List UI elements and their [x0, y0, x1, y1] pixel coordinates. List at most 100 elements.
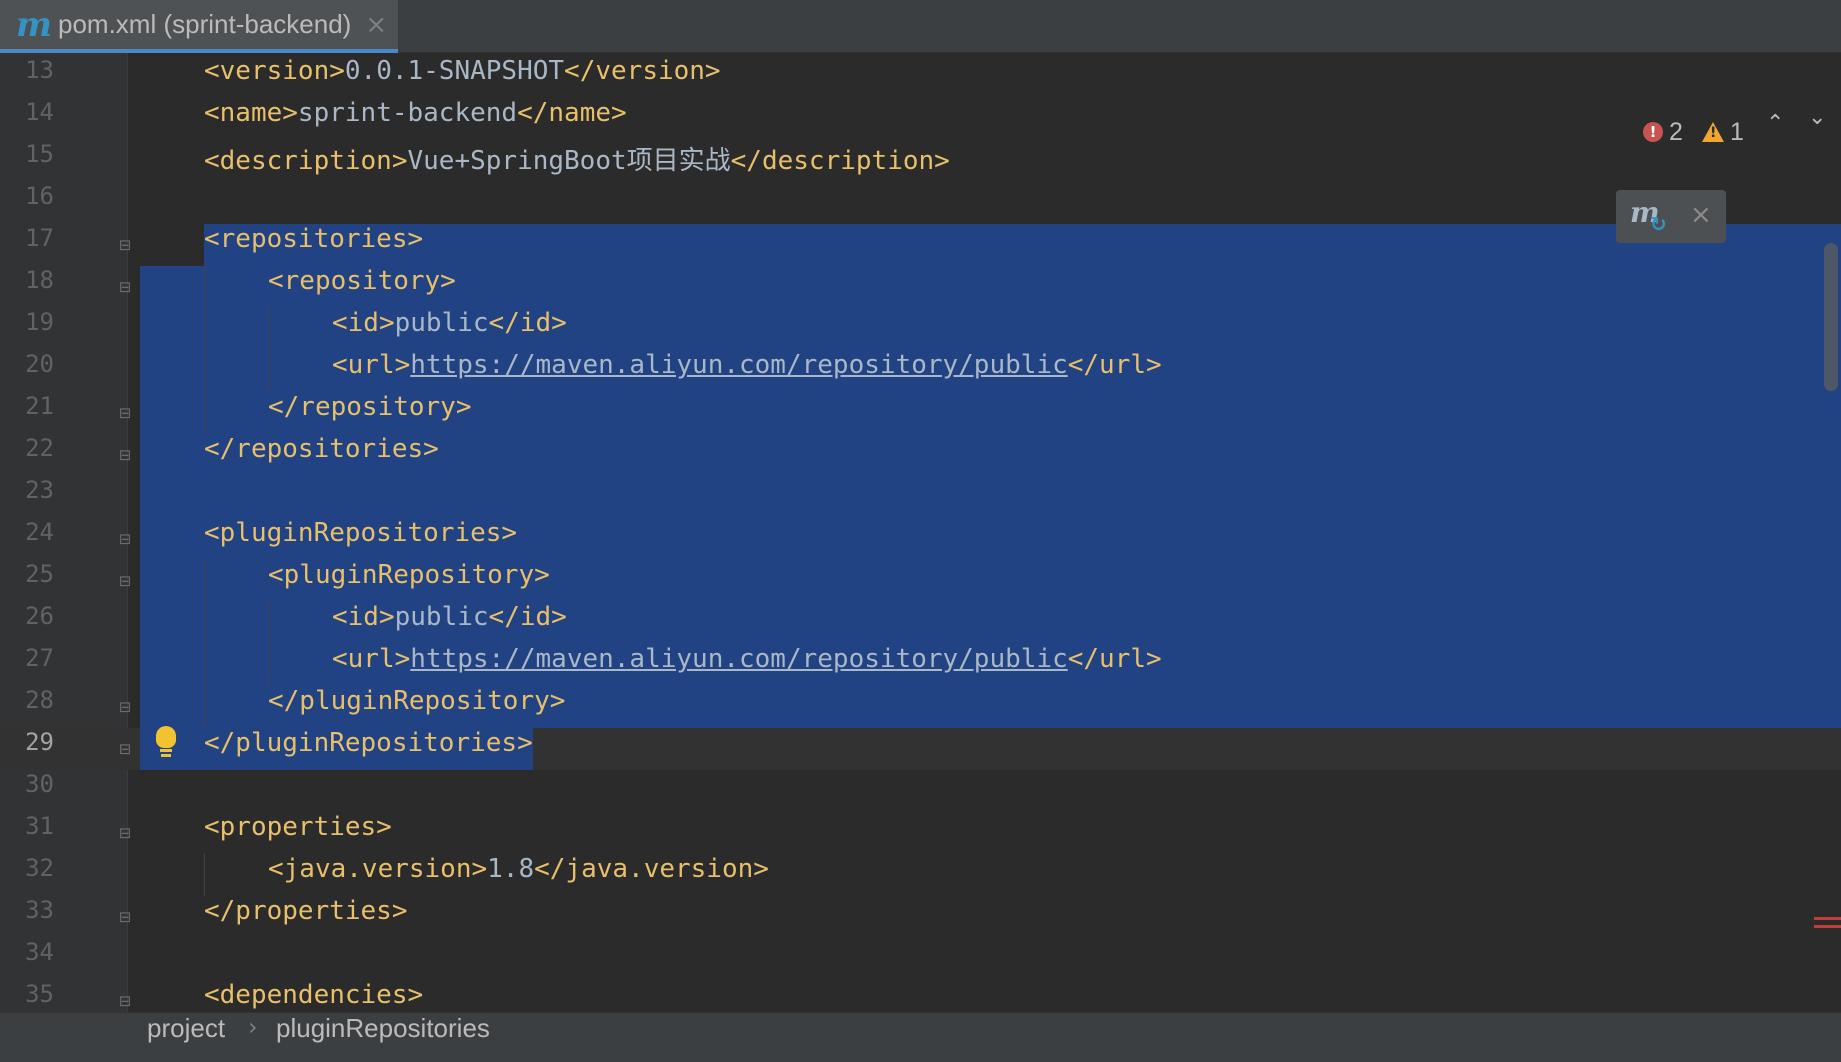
selection-highlight [204, 224, 1841, 266]
code-line[interactable]: 13 <version>0.0.1-SNAPSHOT</version> [0, 56, 1841, 98]
selection-highlight [140, 476, 1841, 518]
fold-open-icon[interactable]: ⊟ [117, 531, 133, 547]
code-text: </pluginRepositories> [204, 728, 533, 770]
code-line[interactable]: 19 <id>public</id> [0, 308, 1841, 350]
code-editor[interactable]: 13 <version>0.0.1-SNAPSHOT</version> 14 <na… [0, 53, 1841, 1012]
editor-tab-bar: m pom.xml (sprint-backend) × [0, 0, 1841, 53]
xml-tag: </id> [488, 602, 567, 632]
fold-open-icon[interactable]: ⊟ [117, 993, 133, 1009]
xml-tag: </description> [730, 146, 950, 176]
chevron-right-icon: › [248, 1013, 258, 1041]
xml-tag: <repository> [268, 266, 456, 296]
code-text: <id>public</id> [332, 602, 567, 644]
code-line[interactable]: 17 ⊟ <repositories> [0, 224, 1841, 266]
code-line[interactable]: 21 ⊟ </repository> [0, 392, 1841, 434]
code-line[interactable]: 28 ⊟ </pluginRepository> [0, 686, 1841, 728]
line-number[interactable]: 20 [0, 350, 54, 392]
error-stripe-mark[interactable] [1814, 925, 1841, 928]
breadcrumb: project › pluginRepositories [0, 1012, 1841, 1062]
code-line[interactable]: 29 ⊟ </pluginRepositories> [0, 728, 1841, 770]
code-line[interactable]: 16 [0, 182, 1841, 224]
fold-end-icon[interactable]: ⊟ [117, 405, 133, 421]
previous-problem-chevron-up-icon[interactable]: ⌃ [1766, 111, 1784, 136]
line-number[interactable]: 22 [0, 434, 54, 476]
line-number[interactable]: 17 [0, 224, 54, 266]
lightbulb-icon[interactable] [154, 726, 178, 760]
code-line[interactable]: 18 ⊟ <repository> [0, 266, 1841, 308]
line-number[interactable]: 35 [0, 980, 54, 1012]
line-number[interactable]: 18 [0, 266, 54, 308]
error-stripe-mark[interactable] [1814, 917, 1841, 920]
vertical-scrollbar[interactable] [1824, 243, 1838, 391]
code-text: <url>https://maven.aliyun.com/repository… [332, 350, 1162, 392]
fold-end-icon[interactable]: ⊟ [117, 741, 133, 757]
line-number[interactable]: 33 [0, 896, 54, 938]
code-line[interactable]: 14 <name>sprint-backend</name> [0, 98, 1841, 140]
code-line[interactable]: 31 ⊟ <properties> [0, 812, 1841, 854]
code-line[interactable]: 23 [0, 476, 1841, 518]
code-text: </repository> [268, 392, 472, 434]
close-icon[interactable]: × [365, 10, 387, 40]
xml-tag: </pluginRepositories> [204, 728, 533, 758]
line-number[interactable]: 31 [0, 812, 54, 854]
url-link[interactable]: https://maven.aliyun.com/repository/publ… [410, 644, 1067, 674]
warning-icon: ! [1702, 122, 1724, 142]
xml-tag: <id> [332, 602, 395, 632]
breadcrumb-item-pluginrepositories[interactable]: pluginRepositories [276, 1013, 490, 1044]
line-number[interactable]: 25 [0, 560, 54, 602]
code-line[interactable]: 33 ⊟ </properties> [0, 896, 1841, 938]
code-line[interactable]: 24 ⊟ <pluginRepositories> [0, 518, 1841, 560]
fold-open-icon[interactable]: ⊟ [117, 237, 133, 253]
fold-end-icon[interactable]: ⊟ [117, 699, 133, 715]
code-text: <properties> [204, 812, 392, 854]
line-number[interactable]: 28 [0, 686, 54, 728]
line-number[interactable]: 13 [0, 56, 54, 98]
code-line[interactable]: 26 <id>public</id> [0, 602, 1841, 644]
xml-tag: <repositories> [204, 224, 424, 254]
line-number[interactable]: 24 [0, 518, 54, 560]
line-number[interactable]: 27 [0, 644, 54, 686]
line-number[interactable]: 14 [0, 98, 54, 140]
code-line[interactable]: 30 [0, 770, 1841, 812]
warning-count-value: 1 [1730, 117, 1744, 146]
line-number[interactable]: 30 [0, 770, 54, 812]
line-number[interactable]: 26 [0, 602, 54, 644]
code-line[interactable]: 34 [0, 938, 1841, 980]
xml-text: 0.0.1-SNAPSHOT [344, 56, 565, 86]
code-line[interactable]: 32 <java.version>1.8</java.version> [0, 854, 1841, 896]
error-count-value: 2 [1669, 117, 1683, 146]
code-line[interactable]: 27 <url>https://maven.aliyun.com/reposito… [0, 644, 1841, 686]
warning-count[interactable]: ! 1 [1702, 115, 1744, 149]
close-icon[interactable]: × [1690, 200, 1712, 230]
line-number[interactable]: 34 [0, 938, 54, 980]
line-number[interactable]: 21 [0, 392, 54, 434]
line-number[interactable]: 29 [0, 728, 54, 770]
code-text: <repositories> [204, 224, 423, 266]
breadcrumb-item-project[interactable]: project [147, 1013, 225, 1044]
url-link[interactable]: https://maven.aliyun.com/repository/publ… [410, 350, 1067, 380]
xml-tag: <id> [332, 308, 395, 338]
fold-open-icon[interactable]: ⊟ [117, 279, 133, 295]
maven-reload-popup: m ↻ × [1616, 190, 1726, 243]
fold-end-icon[interactable]: ⊟ [117, 909, 133, 925]
xml-text: sprint-backend [297, 98, 518, 128]
tab-pom-xml[interactable]: m pom.xml (sprint-backend) × [0, 0, 398, 53]
code-line[interactable]: 20 <url>https://maven.aliyun.com/reposito… [0, 350, 1841, 392]
sync-icon[interactable]: ↻ [1650, 212, 1667, 236]
line-number[interactable]: 23 [0, 476, 54, 518]
code-line[interactable]: 15 <description>Vue+SpringBoot项目实战</descr… [0, 140, 1841, 182]
code-text: <url>https://maven.aliyun.com/repository… [332, 644, 1162, 686]
xml-tag: </repositories> [204, 434, 439, 464]
line-number[interactable]: 16 [0, 182, 54, 224]
next-problem-chevron-down-icon[interactable]: ⌄ [1808, 105, 1826, 130]
code-line[interactable]: 25 ⊟ <pluginRepository> [0, 560, 1841, 602]
line-number[interactable]: 15 [0, 140, 54, 182]
fold-open-icon[interactable]: ⊟ [117, 825, 133, 841]
line-number[interactable]: 19 [0, 308, 54, 350]
error-count[interactable]: ! 2 [1643, 115, 1683, 149]
code-line[interactable]: 35 ⊟ <dependencies> [0, 980, 1841, 1012]
fold-end-icon[interactable]: ⊟ [117, 447, 133, 463]
fold-open-icon[interactable]: ⊟ [117, 573, 133, 589]
line-number[interactable]: 32 [0, 854, 54, 896]
code-line[interactable]: 22 ⊟ </repositories> [0, 434, 1841, 476]
